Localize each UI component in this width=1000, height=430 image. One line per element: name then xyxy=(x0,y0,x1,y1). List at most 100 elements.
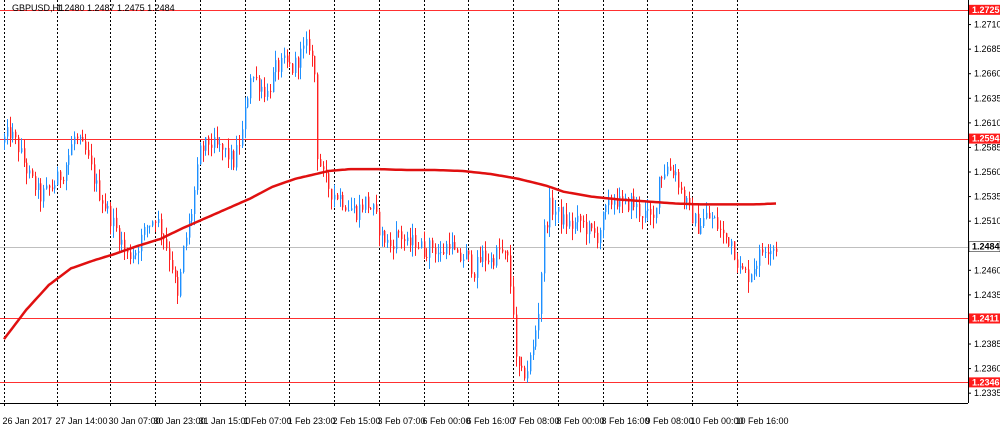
y-tick-label: 1.2635 xyxy=(974,93,1000,103)
chart-root[interactable]: 1.2710 1.2685 1.2660 1.2635 1.2610 1.2585 1.25… xyxy=(0,0,1000,430)
candle-body xyxy=(597,232,599,244)
candle-body xyxy=(454,242,456,250)
candle-body xyxy=(460,252,462,262)
candle-body xyxy=(354,206,356,209)
candle-body xyxy=(429,240,431,258)
candle-body xyxy=(398,231,400,233)
candle-body xyxy=(256,77,258,79)
candle-body xyxy=(331,188,333,200)
candle-body xyxy=(43,188,45,202)
candle-body xyxy=(38,183,40,190)
candle xyxy=(183,245,185,274)
candle-body xyxy=(457,249,459,253)
candle-body xyxy=(720,228,722,230)
candle-body xyxy=(18,137,20,153)
candle-body xyxy=(208,137,210,145)
candle-body xyxy=(636,203,638,208)
candle-body xyxy=(521,365,523,368)
candle-body xyxy=(144,226,146,235)
candle-body xyxy=(135,252,137,256)
candle-body xyxy=(236,145,238,168)
candle-body xyxy=(572,220,574,229)
candle-body xyxy=(776,248,778,252)
candle-body xyxy=(250,78,252,99)
candle-body xyxy=(259,78,261,92)
candle-body xyxy=(46,185,48,189)
candle-body xyxy=(765,252,767,254)
candle-body xyxy=(698,213,700,234)
candle-body xyxy=(298,57,300,68)
candle-body xyxy=(675,172,677,176)
candle xyxy=(233,149,235,171)
y-tick-label: 1.2335 xyxy=(974,388,1000,398)
candle-body xyxy=(569,220,571,227)
price-chart[interactable]: 1.27101.26851.26601.26351.26101.25851.25… xyxy=(0,0,1000,430)
candle-body xyxy=(105,203,107,209)
candle-body xyxy=(686,197,688,203)
candle xyxy=(356,204,358,223)
y-tick-label: 1.2685 xyxy=(974,44,1000,54)
y-tick-label: 1.2585 xyxy=(974,142,1000,152)
candle-body xyxy=(603,212,605,231)
candle-body xyxy=(438,252,440,255)
candle xyxy=(734,241,736,261)
candle-body xyxy=(499,247,501,250)
candle-body xyxy=(183,245,185,272)
candle-body xyxy=(267,90,269,97)
candle-body xyxy=(57,171,59,186)
candle-body xyxy=(449,243,451,250)
candle-body xyxy=(107,205,109,209)
candle-body xyxy=(421,241,423,248)
candle-body xyxy=(426,256,428,258)
candle-body xyxy=(191,214,193,221)
candle-body xyxy=(152,221,154,226)
candle-body xyxy=(261,86,263,92)
candle-body xyxy=(673,170,675,176)
candle-body xyxy=(619,196,621,207)
candle-body xyxy=(161,219,163,235)
candle-body xyxy=(605,205,607,213)
candle-body xyxy=(466,250,468,260)
candle-body xyxy=(175,269,177,277)
candle-body xyxy=(726,233,728,238)
level-price-label: 1.2725 xyxy=(972,5,1000,15)
y-tick-label: 1.2460 xyxy=(974,265,1000,275)
candle-body xyxy=(552,197,554,215)
candle-body xyxy=(177,276,179,296)
candle-body xyxy=(600,230,602,244)
candle-body xyxy=(24,148,26,163)
y-tick-label: 1.2435 xyxy=(974,290,1000,300)
candle-body xyxy=(172,259,174,270)
candle-body xyxy=(547,225,549,228)
candle-body xyxy=(130,252,132,260)
candle-body xyxy=(709,212,711,219)
candle-body xyxy=(756,265,758,269)
x-tick-label: 1 Feb 07:00 xyxy=(244,416,292,426)
candle-body xyxy=(561,207,563,225)
candle-body xyxy=(337,194,339,200)
candle-body xyxy=(49,185,51,188)
candle-body xyxy=(524,367,526,379)
candle-body xyxy=(396,231,398,250)
candle-body xyxy=(219,144,221,146)
candle-body xyxy=(664,174,666,179)
candle-body xyxy=(242,129,244,146)
candle-body xyxy=(54,185,56,189)
candle-body xyxy=(728,237,730,246)
candle-body xyxy=(541,273,543,314)
candle-body xyxy=(488,260,490,263)
candle-body xyxy=(91,155,93,165)
level-price-label: 1.2594 xyxy=(972,134,1000,144)
candle-body xyxy=(435,247,437,255)
candle-body xyxy=(678,172,680,188)
candle-body xyxy=(471,254,473,274)
candle-body xyxy=(731,241,733,246)
candle-body xyxy=(647,208,649,211)
candle-body xyxy=(390,239,392,247)
candle-body xyxy=(306,38,308,46)
candle-body xyxy=(493,258,495,266)
candle-body xyxy=(527,371,529,379)
candle-body xyxy=(66,164,68,181)
y-tick-label: 1.2360 xyxy=(974,364,1000,374)
candle-body xyxy=(563,214,565,225)
